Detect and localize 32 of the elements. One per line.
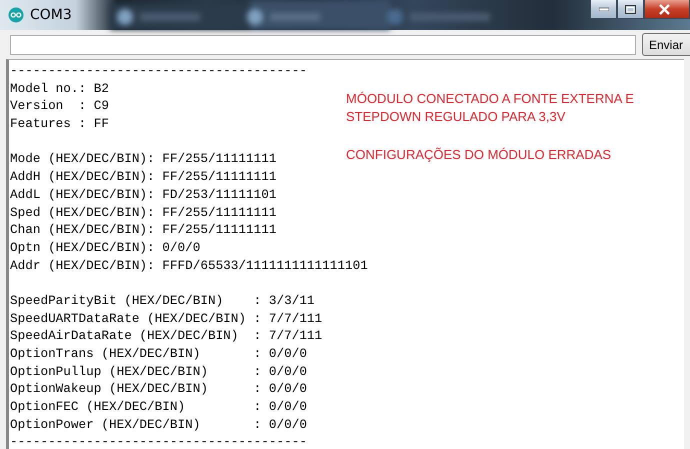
minimize-icon [598, 7, 608, 11]
send-button[interactable]: Enviar [642, 33, 690, 56]
minimize-button[interactable] [590, 0, 617, 19]
input-field[interactable] [10, 34, 636, 54]
output-line: OptionTrans (HEX/DEC/BIN) : 0/0/0 [10, 345, 307, 363]
output-line: OptionWakeup (HEX/DEC/BIN) : 0/0/0 [10, 380, 307, 398]
output-line: AddH (HEX/DEC/BIN): FF/255/11111111 [10, 168, 276, 186]
annotation-text: CONFIGURAÇÕES DO MÓDULO ERRADAS [346, 146, 612, 164]
output-line: --------------------------------------- [10, 433, 307, 449]
window-title: COM3 [30, 7, 72, 23]
close-button[interactable] [644, 0, 690, 19]
output-line: Addr (HEX/DEC/BIN): FFFD/65533/1111111111111101 [10, 256, 368, 274]
output-line: AddL (HEX/DEC/BIN): FD/253/11111101 [10, 186, 276, 204]
output-line: Model no.: B2 [10, 80, 109, 98]
close-icon [659, 4, 670, 14]
output-line: OptionPullup (HEX/DEC/BIN) : 0/0/0 [10, 362, 307, 380]
output-line: Optn (HEX/DEC/BIN): 0/0/0 [10, 238, 200, 257]
app-icon [8, 7, 24, 23]
output-line: --------------------------------------- [10, 62, 307, 80]
output-line: OptionPower (HEX/DEC/BIN) : 0/0/0 [10, 416, 307, 434]
output-line: Chan (HEX/DEC/BIN): FF/255/11111111 [10, 221, 276, 239]
annotation-text: MÓODULO CONECTADO A FONTE EXTERNA E STEPDOWN REGULADO PARA 3,3V [346, 90, 634, 126]
output-line: SpeedAirDataRate (HEX/DEC/BIN) : 7/7/111 [10, 327, 322, 345]
maximize-button[interactable] [617, 0, 644, 19]
output-line: Sped (HEX/DEC/BIN): FF/255/11111111 [10, 204, 276, 222]
output-line: Version : C9 [10, 97, 109, 116]
maximize-icon [625, 4, 636, 14]
output-line: SpeedUARTDataRate (HEX/DEC/BIN) : 7/7/111 [10, 310, 322, 328]
output-line: Mode (HEX/DEC/BIN): FF/255/11111111 [10, 150, 276, 168]
output-line: OptionFEC (HEX/DEC/BIN) : 0/0/0 [10, 398, 307, 416]
output-line: Features : FF [10, 115, 109, 133]
output-line: SpeedParityBit (HEX/DEC/BIN) : 3/3/11 [10, 292, 315, 310]
